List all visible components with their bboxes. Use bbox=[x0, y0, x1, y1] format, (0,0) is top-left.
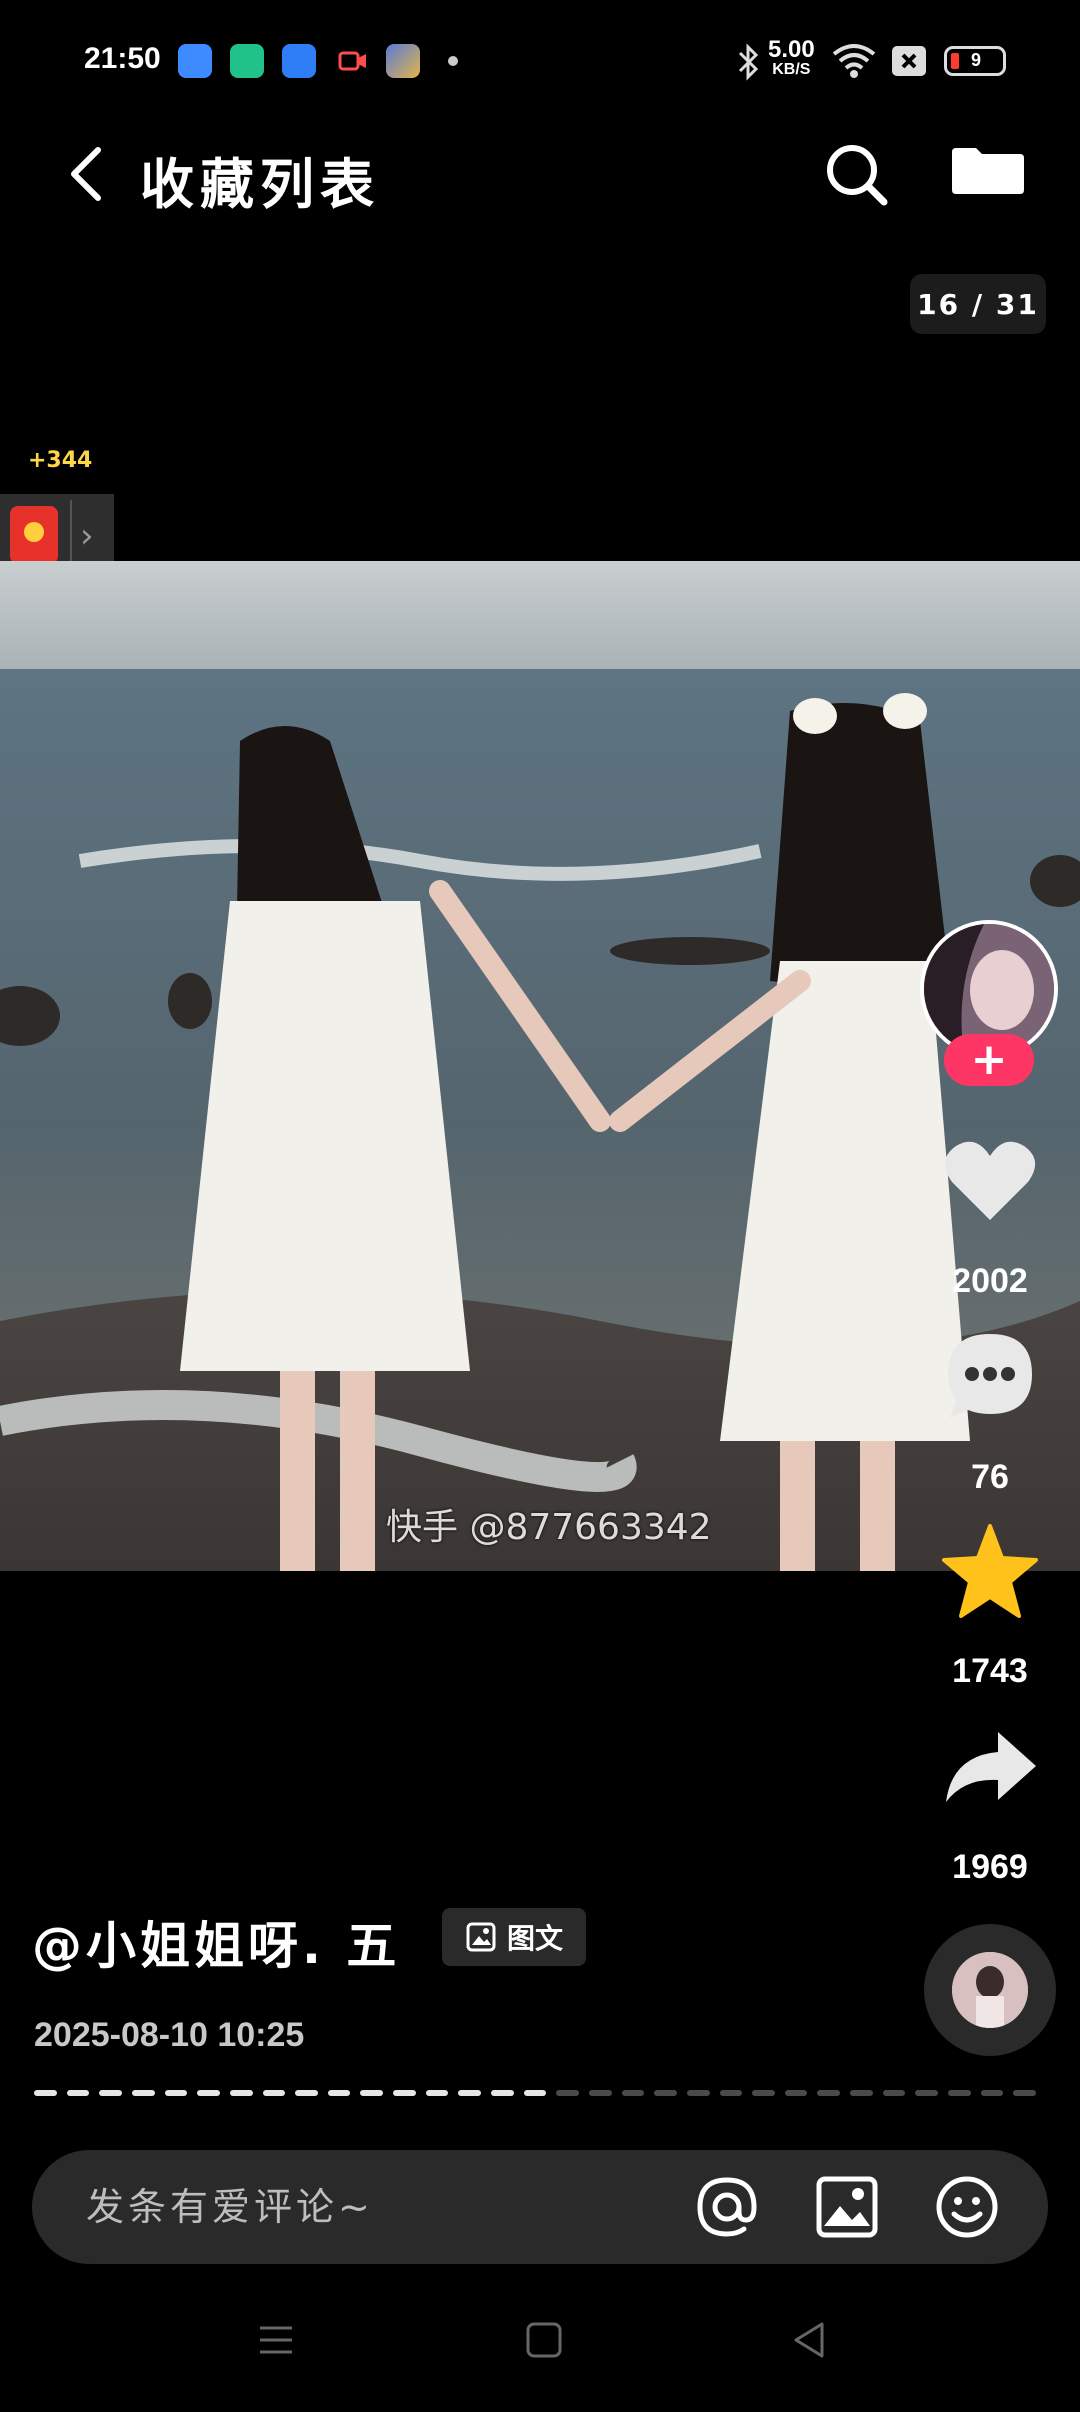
progress-segment bbox=[360, 2090, 384, 2096]
progress-segment bbox=[850, 2090, 873, 2096]
progress-segment bbox=[295, 2090, 318, 2096]
progress-segment bbox=[99, 2090, 122, 2096]
folder-button[interactable] bbox=[950, 146, 1026, 196]
nav-home-button[interactable] bbox=[522, 2318, 566, 2362]
progress-segment bbox=[719, 2090, 743, 2096]
progress-segment bbox=[393, 2090, 416, 2096]
comment-icon bbox=[948, 1334, 1032, 1418]
sim-off-icon bbox=[892, 46, 926, 76]
progress-segment bbox=[197, 2090, 220, 2096]
progress-segment bbox=[164, 2090, 188, 2096]
heart-icon bbox=[944, 1141, 1036, 1220]
comment-bar bbox=[32, 2150, 1048, 2264]
progress-segment bbox=[491, 2090, 514, 2096]
back-button[interactable] bbox=[60, 140, 116, 208]
progress-segment bbox=[327, 2090, 351, 2096]
follow-plus-icon: + bbox=[970, 1034, 1008, 1085]
screen-record-icon bbox=[336, 44, 370, 78]
like-button[interactable] bbox=[940, 1130, 1040, 1230]
folder-icon bbox=[952, 148, 1024, 194]
comment-input[interactable] bbox=[84, 2178, 648, 2236]
music-disc[interactable] bbox=[924, 1924, 1056, 2056]
progress-segment bbox=[948, 2090, 971, 2096]
progress-segment bbox=[131, 2090, 155, 2096]
progress-segment bbox=[915, 2090, 939, 2096]
nav-back-button[interactable] bbox=[788, 2318, 832, 2362]
more-notifications-dot bbox=[448, 56, 458, 66]
emoji-icon bbox=[936, 2176, 998, 2238]
post-photo[interactable] bbox=[0, 561, 1080, 1571]
progress-segment bbox=[784, 2090, 808, 2096]
mention-button[interactable] bbox=[694, 2174, 760, 2240]
search-button[interactable] bbox=[820, 138, 892, 210]
reward-count: +344 bbox=[28, 448, 93, 473]
search-icon bbox=[827, 145, 888, 206]
insert-image-button[interactable] bbox=[814, 2174, 880, 2240]
post-type-badge: 图文 bbox=[442, 1908, 586, 1966]
status-time: 21:50 bbox=[84, 42, 161, 75]
bluetooth-icon bbox=[734, 42, 762, 82]
progress-segment bbox=[66, 2090, 90, 2096]
share-arrow-icon bbox=[946, 1732, 1036, 1802]
image-icon bbox=[816, 2176, 878, 2238]
battery-level: 9 bbox=[971, 50, 982, 70]
share-button[interactable] bbox=[940, 1718, 1040, 1818]
red-envelope-icon[interactable] bbox=[10, 506, 58, 564]
progress-segment bbox=[34, 2090, 57, 2096]
star-icon bbox=[942, 1524, 1038, 1618]
weather-icon bbox=[178, 44, 212, 78]
post-time: 2025-08-10 10:25 bbox=[34, 2016, 305, 2054]
favorite-count: 1743 bbox=[952, 1652, 1028, 1690]
progress-segment bbox=[588, 2090, 612, 2096]
battery-icon: 9 bbox=[944, 46, 1006, 76]
progress-segment bbox=[1013, 2090, 1036, 2096]
network-speed-unit: KB/S bbox=[772, 61, 811, 78]
progress-segment bbox=[458, 2090, 482, 2096]
emoji-button[interactable] bbox=[934, 2174, 1000, 2240]
beach-photo-image bbox=[0, 561, 1080, 1571]
back-triangle-icon bbox=[794, 2322, 824, 2358]
image-text-icon bbox=[466, 1922, 496, 1952]
progress-segment bbox=[980, 2090, 1004, 2096]
progress-segment bbox=[262, 2090, 286, 2096]
image-progress-bar bbox=[34, 2090, 1046, 2096]
page-title: 收藏列表 bbox=[140, 153, 380, 216]
photo-watermark: 快手 @877663342 bbox=[386, 1507, 712, 1548]
progress-segment bbox=[752, 2090, 775, 2096]
progress-segment bbox=[882, 2090, 906, 2096]
post-author[interactable]: @小姐姐呀. 五 bbox=[32, 1906, 400, 1978]
progress-segment bbox=[621, 2090, 645, 2096]
progress-segment bbox=[817, 2090, 841, 2096]
progress-segment bbox=[523, 2090, 547, 2096]
chevron-left-icon bbox=[71, 147, 101, 201]
favorite-button[interactable] bbox=[940, 1522, 1040, 1622]
comment-count: 76 bbox=[971, 1458, 1009, 1496]
comment-button[interactable] bbox=[940, 1326, 1040, 1426]
home-icon bbox=[526, 2322, 562, 2358]
music-cover-image bbox=[952, 1952, 1028, 2028]
progress-segment bbox=[556, 2090, 579, 2096]
progress-segment bbox=[229, 2090, 253, 2096]
menu-icon bbox=[260, 2326, 292, 2354]
reward-arrow-icon[interactable]: › bbox=[80, 516, 94, 556]
progress-segment bbox=[654, 2090, 677, 2096]
wifi-icon bbox=[830, 40, 878, 80]
share-count: 1969 bbox=[952, 1848, 1028, 1886]
game-icon bbox=[386, 44, 420, 78]
like-count: 2002 bbox=[952, 1262, 1028, 1300]
progress-segment bbox=[686, 2090, 710, 2096]
network-speed-value: 5.00 bbox=[768, 36, 815, 63]
at-icon bbox=[697, 2177, 757, 2237]
battery-app-icon bbox=[230, 44, 264, 78]
status-bar: 21:50 5.00 KB/S 9 bbox=[0, 0, 1080, 120]
page-counter: 16 / 31 bbox=[910, 274, 1046, 334]
nav-menu-button[interactable] bbox=[254, 2318, 298, 2362]
network-speed: 5.00 KB/S bbox=[768, 38, 815, 80]
progress-segment bbox=[425, 2090, 449, 2096]
browser-icon bbox=[282, 44, 316, 78]
follow-button[interactable]: + bbox=[944, 1034, 1034, 1086]
post-type-label: 图文 bbox=[506, 1922, 563, 1955]
